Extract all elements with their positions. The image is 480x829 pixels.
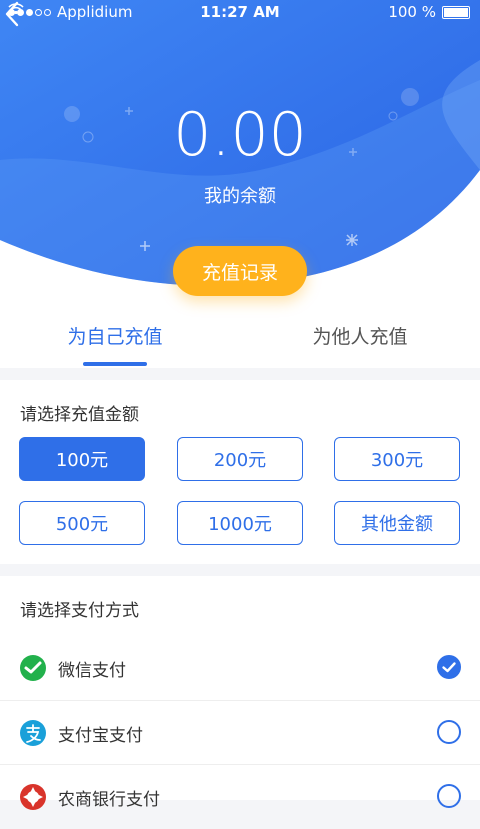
- recharge-tabs: 为自己充值 为他人充值: [0, 300, 480, 368]
- back-arrow-icon[interactable]: [0, 0, 28, 28]
- payment-method-row[interactable]: 农商银行支付: [0, 764, 480, 829]
- amount-option-200[interactable]: 200元: [177, 437, 303, 481]
- battery-icon: [442, 5, 470, 19]
- amount-option-1000[interactable]: 1000元: [177, 501, 303, 545]
- rural-bank-icon: [20, 784, 46, 810]
- payment-method-label: 微信支付: [58, 661, 126, 681]
- payment-method-row[interactable]: 微信支付: [0, 636, 480, 700]
- battery-percent: 100 %: [388, 3, 436, 21]
- payment-method-label: 支付宝支付: [58, 726, 143, 746]
- active-tab-indicator: [83, 362, 147, 366]
- amount-option-other[interactable]: 其他金额: [334, 501, 460, 545]
- alipay-icon: [20, 720, 46, 746]
- amount-option-300[interactable]: 300元: [334, 437, 460, 481]
- payment-method-label: 农商银行支付: [58, 790, 160, 810]
- payment-method-row[interactable]: 支付宝支付: [0, 700, 480, 765]
- payment-radio-unchecked[interactable]: [437, 784, 461, 808]
- amount-section: 请选择充值金额 100元 200元 300元 500元 1000元 其他金额: [0, 380, 480, 564]
- balance-label: 我的余额: [204, 186, 276, 207]
- tab-self-recharge[interactable]: 为自己充值: [0, 322, 230, 349]
- checkmark-icon: [442, 662, 456, 673]
- status-bar: Applidium 11:27 AM 100 %: [0, 0, 480, 24]
- payment-section-title: 请选择支付方式: [20, 601, 139, 621]
- recharge-record-button[interactable]: 充值记录: [173, 246, 307, 296]
- payment-radio-unchecked[interactable]: [437, 720, 461, 744]
- payment-radio-checked[interactable]: [437, 655, 461, 679]
- wechat-pay-icon: [20, 655, 46, 681]
- amount-option-100[interactable]: 100元: [19, 437, 145, 481]
- tab-others-recharge[interactable]: 为他人充值: [240, 322, 480, 349]
- amount-option-500[interactable]: 500元: [19, 501, 145, 545]
- balance-value: 0.00: [173, 100, 307, 170]
- amount-section-title: 请选择充值金额: [20, 405, 139, 425]
- payment-section: 请选择支付方式 微信支付 支付宝支付 农商银行支付: [0, 576, 480, 810]
